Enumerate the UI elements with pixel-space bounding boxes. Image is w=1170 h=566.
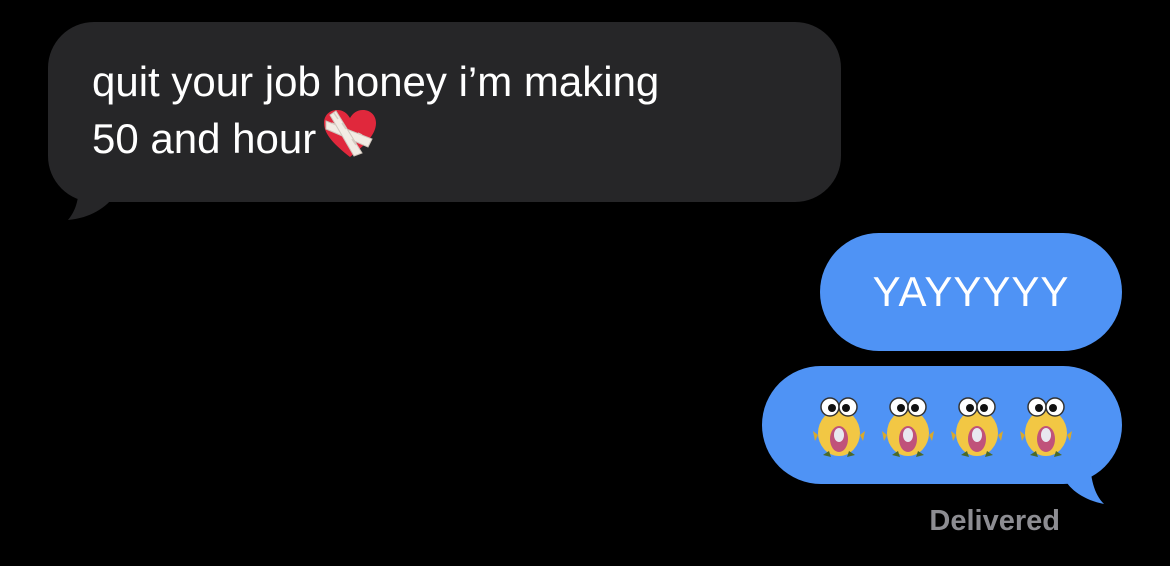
- outgoing-message-text: YAYYYYY: [872, 268, 1070, 315]
- message-thread: quit your job honey i’m making 50 and ho…: [0, 0, 1170, 566]
- outgoing-message-bubble[interactable]: YAYYYYY: [820, 233, 1122, 351]
- googly-eye-fish-icon: [950, 397, 1003, 457]
- incoming-message-bubble[interactable]: quit your job honey i’m making 50 and ho…: [48, 22, 841, 220]
- googly-eye-fish-icon: [812, 397, 865, 457]
- incoming-message-text: quit your job honey i’m making 50 and ho…: [92, 58, 660, 162]
- outgoing-bubble-tail: [1064, 456, 1104, 504]
- mending-heart-icon: [324, 110, 377, 157]
- delivered-receipt: Delivered: [929, 505, 1060, 537]
- incoming-bubble-tail: [68, 172, 116, 220]
- outgoing-emoji-bubble[interactable]: [762, 366, 1122, 504]
- googly-eye-fish-icon: [1019, 397, 1072, 457]
- googly-eye-fish-icon: [881, 397, 934, 457]
